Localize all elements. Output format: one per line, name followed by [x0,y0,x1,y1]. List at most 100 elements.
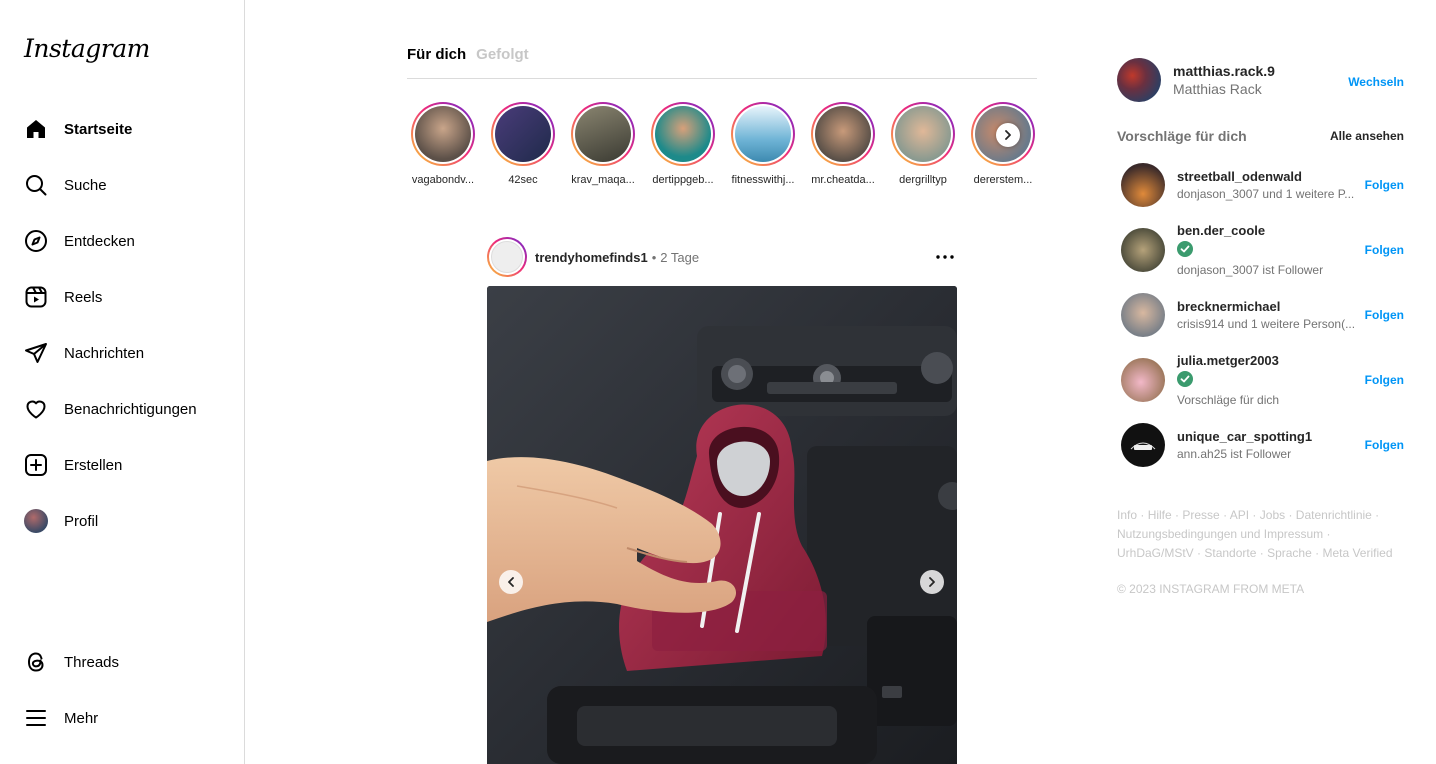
nav-item-more[interactable]: Mehr [12,694,232,742]
compass-icon [24,229,48,253]
nav-item-home[interactable]: Startseite [12,105,232,153]
more-horizontal-icon [936,255,954,259]
avatar[interactable] [1121,423,1165,467]
footer-link[interactable]: Meta Verified [1322,546,1392,560]
follow-button[interactable]: Folgen [1365,373,1404,387]
nav-item-create[interactable]: Erstellen [12,441,232,489]
story-avatar [895,106,951,162]
avatar[interactable] [1121,163,1165,207]
story-item[interactable]: dergrilltyp [887,102,959,186]
stories-tray: vagabondv... 42sec krav_maqa... dertippg… [407,102,1037,192]
nav-item-messages[interactable]: Nachrichten [12,329,232,377]
nav-label: Profil [64,512,99,530]
post-media[interactable] [487,286,957,764]
story-name: vagabondv... [411,174,475,186]
footer-link[interactable]: API [1230,508,1249,522]
suggestion-item: streetball_odenwald donjason_3007 und 1 … [1117,160,1404,210]
carousel-prev-button[interactable] [499,570,523,594]
story-item[interactable]: 42sec [487,102,559,186]
copyright: © 2023 INSTAGRAM FROM META [1117,582,1305,596]
nav-label: Reels [64,288,103,306]
car-logo-icon [1130,442,1156,450]
current-username[interactable]: matthias.rack.9 [1173,63,1275,79]
story-name: fitnesswithj... [731,174,795,186]
nav-item-profile[interactable]: Profil [12,497,232,545]
footer-link[interactable]: Standorte [1204,546,1256,560]
carousel-next-button[interactable] [920,570,944,594]
suggestion-username[interactable]: brecknermichael [1177,299,1357,314]
footer-links: Info · Hilfe · Presse · API · Jobs · Dat… [1117,508,1393,560]
footer-link[interactable]: Hilfe [1148,508,1172,522]
suggestion-username[interactable]: unique_car_spotting1 [1177,429,1357,444]
follow-button[interactable]: Folgen [1365,438,1404,452]
story-name: mr.cheatda... [811,174,875,186]
story-name: dergrilltyp [899,174,947,186]
avatar [24,509,48,533]
footer-link[interactable]: Presse [1182,508,1219,522]
send-icon [24,341,48,365]
nav-label: Mehr [64,709,99,727]
nav-label: Nachrichten [64,344,145,362]
instagram-logo[interactable]: Instagram [24,34,150,63]
footer-link[interactable]: UrhDaG/MStV [1117,546,1194,560]
suggestions-title: Vorschläge für dich [1117,128,1247,144]
follow-button[interactable]: Folgen [1365,178,1404,192]
story-item[interactable]: krav_maqa... [567,102,639,186]
tab-following[interactable]: Gefolgt [476,46,529,78]
nav-item-reels[interactable]: Reels [12,273,232,321]
nav-item-explore[interactable]: Entdecken [12,217,232,265]
post-separator: • [651,249,657,265]
suggestion-subtitle: donjason_3007 ist Follower [1177,263,1324,277]
suggestion-username[interactable]: ben.der_coole [1177,223,1357,238]
story-item[interactable]: mr.cheatda... [807,102,879,186]
feed-tabs: Für dich Gefolgt [407,46,1037,79]
plus-square-icon [24,453,48,477]
footer-link[interactable]: Nutzungsbedingungen und Impressum [1117,527,1323,541]
avatar[interactable] [1121,293,1165,337]
story-avatar [415,106,471,162]
footer-link[interactable]: Datenrichtlinie [1296,508,1372,522]
post-avatar[interactable] [487,237,527,277]
suggestion-subtitle: crisis914 und 1 weitere Person(... [1177,317,1356,331]
sidebar: Instagram Startseite Suche Entdecken Ree… [0,0,245,764]
story-item[interactable]: dertippgeb... [647,102,719,186]
nav-item-search[interactable]: Suche [12,161,232,209]
post-options-button[interactable] [933,245,957,269]
search-icon [24,173,48,197]
story-item[interactable]: vagabondv... [407,102,479,186]
chevron-left-icon [508,577,514,587]
nav-item-notifications[interactable]: Benachrichtigungen [12,385,232,433]
follow-button[interactable]: Folgen [1365,308,1404,322]
post-username[interactable]: trendyhomefinds1 [535,250,648,265]
reels-icon [24,285,48,309]
footer-link[interactable]: Info [1117,508,1137,522]
story-item[interactable]: fitnesswithj... [727,102,799,186]
suggestion-username[interactable]: streetball_odenwald [1177,169,1357,184]
footer-link[interactable]: Sprache [1267,546,1312,560]
stories-next-button[interactable] [996,123,1020,147]
nav-label: Erstellen [64,456,123,474]
avatar[interactable] [1117,58,1161,102]
nav-label: Entdecken [64,232,135,250]
story-avatar [575,106,631,162]
avatar[interactable] [1121,228,1165,272]
current-account: matthias.rack.9 Matthias Rack Wechseln [1117,58,1404,102]
story-name: 42sec [508,174,538,186]
avatar[interactable] [1121,358,1165,402]
nav-item-threads[interactable]: Threads [12,638,232,686]
suggestion-item: ben.der_coole donjason_3007 ist Follower… [1117,222,1404,278]
verified-check-icon [1177,241,1193,257]
footer-link[interactable]: Jobs [1260,508,1285,522]
see-all-button[interactable]: Alle ansehen [1330,129,1404,143]
post-image [487,286,957,764]
follow-button[interactable]: Folgen [1365,243,1404,257]
switch-account-button[interactable]: Wechseln [1348,75,1404,89]
tab-for-you[interactable]: Für dich [407,46,466,78]
suggestion-username[interactable]: julia.metger2003 [1177,353,1357,368]
nav-label: Benachrichtigungen [64,400,197,418]
story-avatar [815,106,871,162]
chevron-right-icon [1005,130,1011,140]
verified-check-icon [1177,371,1193,387]
story-avatar [495,106,551,162]
suggestion-subtitle: donjason_3007 und 1 weitere P... [1177,187,1355,201]
